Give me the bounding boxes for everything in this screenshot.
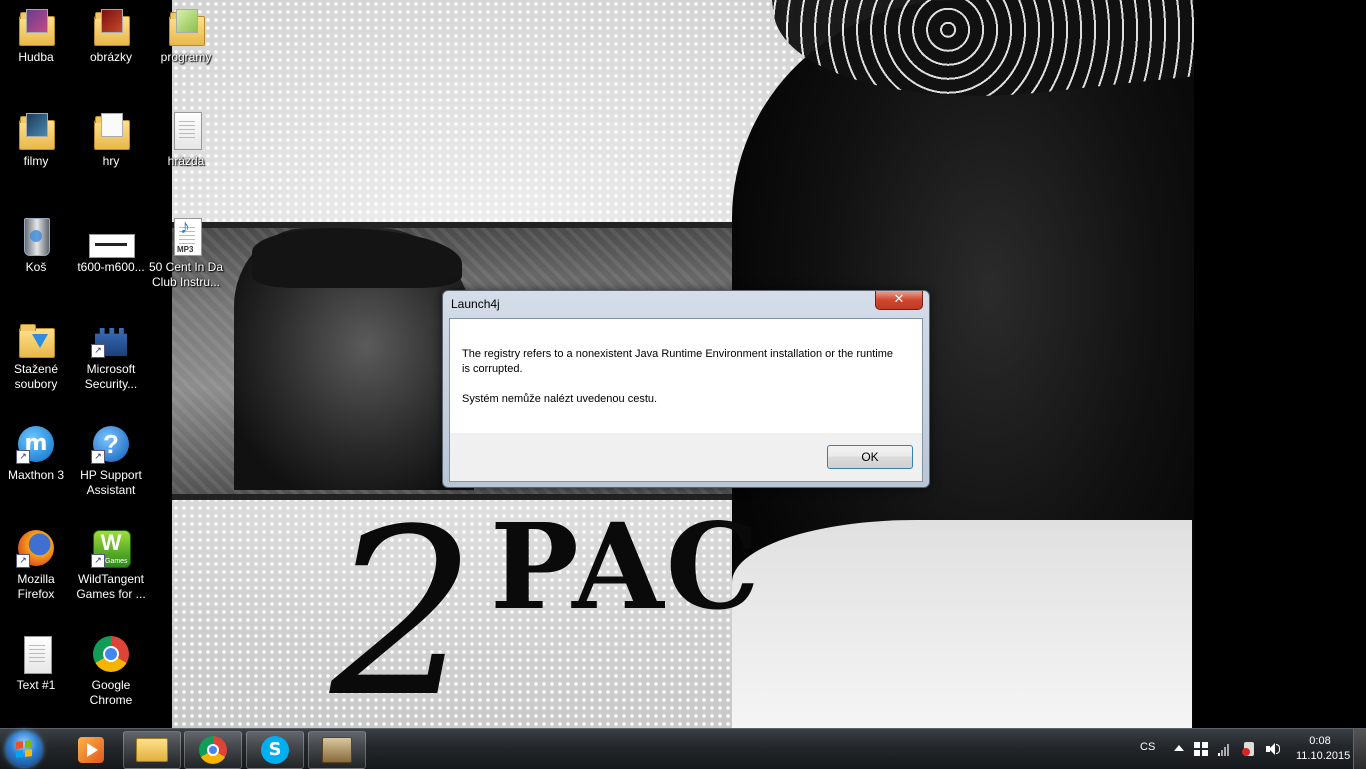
downloads-folder-icon	[16, 318, 56, 358]
taskbar: S CS 0:08 11.10.2015	[0, 728, 1366, 769]
desktop-icon-label: WildTangent Games for ...	[76, 572, 146, 601]
desktop-icon-label: t600-m600...	[77, 260, 145, 274]
desktop-icon-t600[interactable]: t600-m600...	[73, 216, 149, 275]
image-file-icon	[89, 216, 135, 258]
maxthon-icon: m ↗	[16, 424, 56, 464]
desktop-icon-label: obrázky	[89, 50, 133, 64]
dialog-content: The registry refers to a nonexistent Jav…	[449, 318, 923, 482]
desktop-icon-label: 50 Cent In Da Club Instru...	[148, 260, 224, 289]
desktop-icon-label: HP Support Assistant	[80, 468, 142, 497]
folder-icon	[136, 738, 168, 762]
desktop-icon-label: Microsoft Security...	[84, 362, 138, 391]
media-player-icon	[78, 737, 104, 763]
desktop-icon-label: programy	[160, 50, 212, 64]
application-icon	[322, 737, 352, 763]
network-signal-icon[interactable]	[1218, 742, 1232, 756]
taskbar-media-player[interactable]	[62, 731, 120, 769]
video-folder-icon	[16, 110, 56, 150]
desktop-icon-hudba[interactable]: Hudba	[0, 6, 74, 65]
desktop-icon-mp3[interactable]: ♪ MP3 50 Cent In Da Club Instru...	[148, 216, 224, 290]
desktop-icon-label: Mozilla Firefox	[17, 572, 55, 601]
clock-time: 0:08	[1309, 735, 1331, 747]
desktop-icon-recycle-bin[interactable]: Koš	[0, 216, 74, 275]
desktop-icon-obrazky[interactable]: obrázky	[73, 6, 149, 65]
desktop-icon-label: Stažené soubory	[13, 362, 59, 391]
desktop-icon-filmy[interactable]: filmy	[0, 110, 74, 169]
close-icon: ✕	[893, 292, 905, 307]
dialog-title: Launch4j	[451, 297, 500, 311]
language-indicator[interactable]: CS	[1140, 741, 1155, 753]
text-file-icon	[16, 634, 56, 674]
taskbar-launch4j-app[interactable]	[308, 731, 366, 769]
error-message: The registry refers to a nonexistent Jav…	[462, 348, 894, 375]
chrome-icon	[91, 634, 131, 674]
desktop-icon-label: Koš	[25, 260, 47, 274]
desktop-icon-label: Hudba	[18, 50, 54, 64]
document-icon	[166, 110, 206, 150]
start-button[interactable]	[6, 731, 42, 767]
desktop-icon-label: hry	[102, 154, 120, 168]
launch4j-error-dialog: Launch4j ✕ The registry refers to a none…	[442, 290, 930, 488]
power-warning-icon[interactable]	[1242, 742, 1256, 756]
music-folder-icon	[16, 6, 56, 46]
castle-icon: ↗	[91, 318, 131, 358]
desktop-icon-downloads[interactable]: Stažené soubory	[0, 318, 74, 392]
games-folder-icon	[91, 110, 131, 150]
desktop-icon-text1[interactable]: Text #1	[0, 634, 74, 693]
windows-logo-icon	[16, 740, 32, 758]
programs-folder-icon	[166, 6, 206, 46]
chrome-icon	[199, 736, 227, 764]
games-badge: Games	[105, 558, 128, 565]
skype-icon: S	[261, 736, 289, 764]
desktop-icon-hp-support[interactable]: ? ↗ HP Support Assistant	[73, 424, 149, 498]
dialog-titlebar[interactable]: Launch4j ✕	[443, 291, 929, 317]
desktop-icon-wildtangent[interactable]: W Games ↗ WildTangent Games for ...	[73, 528, 149, 602]
wallpaper-shirt	[732, 520, 1192, 728]
wallpaper-logo-text: PAC	[490, 497, 762, 636]
dialog-footer: OK	[450, 433, 922, 481]
desktop-icon-hrazda[interactable]: hrázda	[148, 110, 224, 169]
desktop-icon-label: Google Chrome	[89, 678, 133, 707]
taskbar-explorer[interactable]	[123, 731, 181, 769]
desktop-icon-firefox[interactable]: ↗ Mozilla Firefox	[0, 528, 74, 602]
show-desktop-button[interactable]	[1353, 729, 1366, 769]
wildtangent-games-icon: W Games ↗	[91, 528, 131, 568]
desktop-icon-hry[interactable]: hry	[73, 110, 149, 169]
show-hidden-icons-icon[interactable]	[1172, 742, 1186, 756]
help-question-icon: ? ↗	[91, 424, 131, 464]
desktop-icon-label: hrázda	[167, 154, 205, 168]
firefox-icon: ↗	[16, 528, 56, 568]
dialog-message: The registry refers to a nonexistent Jav…	[462, 347, 902, 422]
windows-flag-tray-icon[interactable]	[1194, 742, 1208, 756]
desktop-icon-chrome[interactable]: Google Chrome	[73, 634, 149, 708]
mp3-file-icon: ♪ MP3	[166, 216, 206, 256]
recycle-bin-icon	[16, 216, 56, 256]
taskbar-skype[interactable]: S	[246, 731, 304, 769]
pictures-folder-icon	[91, 6, 131, 46]
desktop-icon-label: Maxthon 3	[7, 468, 65, 482]
desktop-icon-label: Text #1	[16, 678, 56, 692]
wallpaper-logo-number: 2	[330, 481, 477, 729]
system-clock[interactable]: 0:08 11.10.2015	[1296, 734, 1351, 764]
close-button[interactable]: ✕	[875, 291, 923, 310]
taskbar-chrome[interactable]	[184, 731, 242, 769]
desktop-icon-ms-security[interactable]: ↗ Microsoft Security...	[73, 318, 149, 392]
ok-button[interactable]: OK	[827, 445, 913, 469]
clock-date: 11.10.2015	[1296, 750, 1351, 762]
volume-icon[interactable]	[1266, 742, 1280, 756]
error-detail: Systém nemůže nalézt uvedenou cestu.	[462, 393, 658, 405]
desktop-icon-label: filmy	[23, 154, 49, 168]
mp3-badge: MP3	[177, 245, 194, 254]
desktop-icon-programy[interactable]: programy	[148, 6, 224, 65]
desktop-icon-maxthon[interactable]: m ↗ Maxthon 3	[0, 424, 74, 483]
